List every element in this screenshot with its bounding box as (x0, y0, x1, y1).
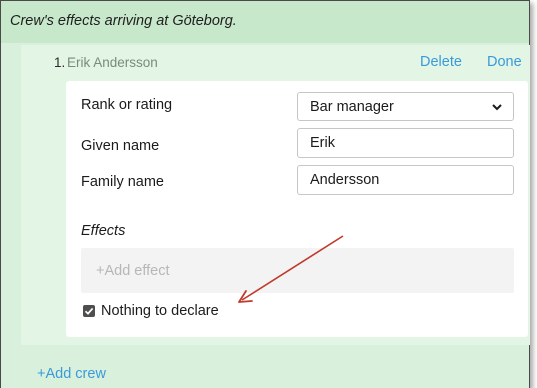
annotation-arrow (238, 235, 344, 303)
